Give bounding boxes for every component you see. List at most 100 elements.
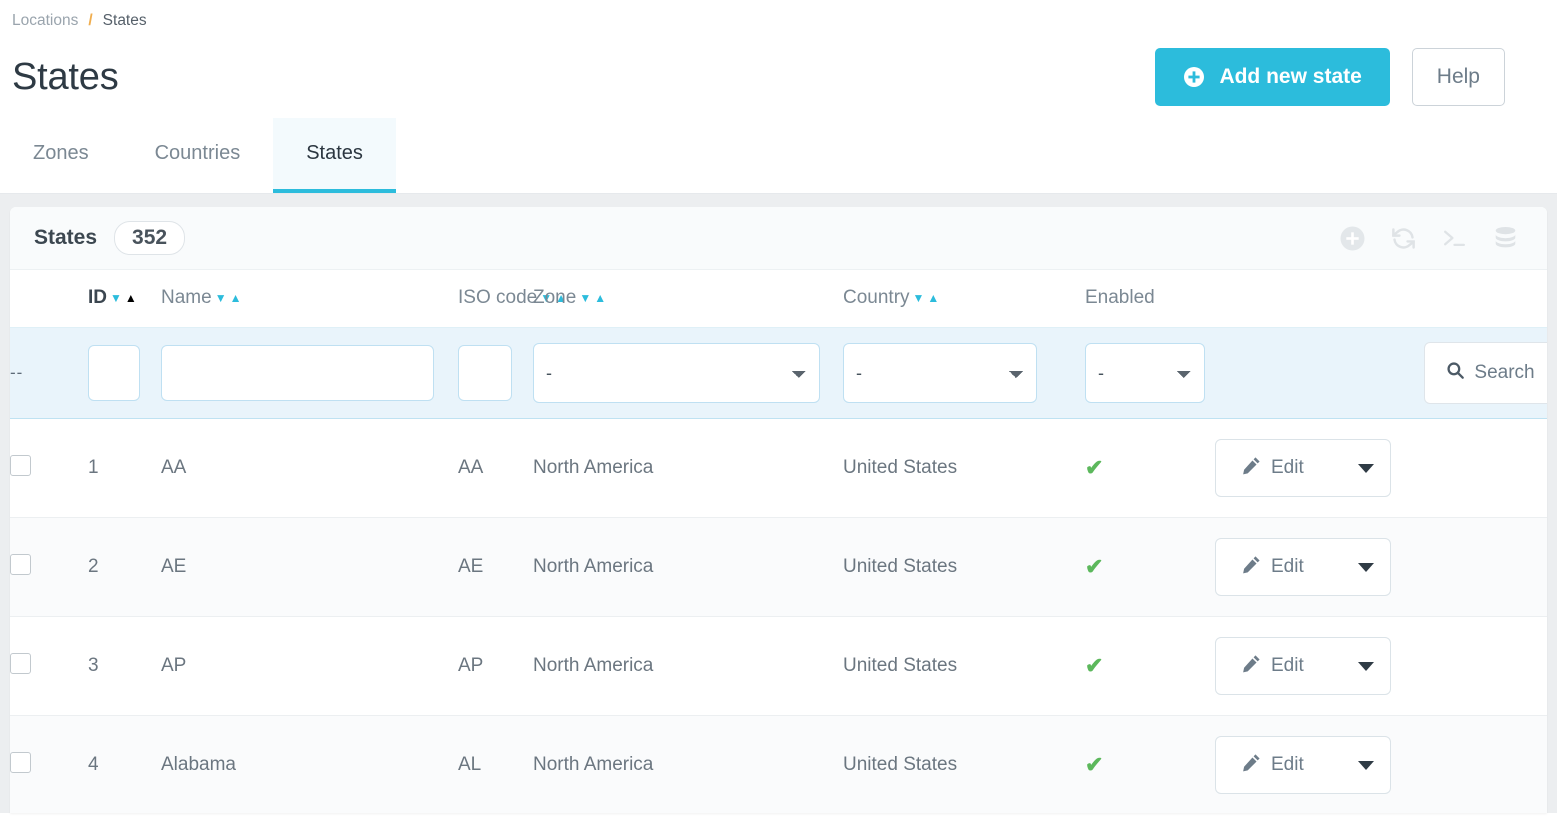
row-select-cell: [10, 715, 88, 813]
table-row[interactable]: 2 AE AE North America United States ✔ Ed…: [10, 517, 1547, 617]
caret-down-icon[interactable]: [1358, 661, 1374, 671]
filter-cell-select: --: [10, 327, 88, 419]
cell-enabled: ✔: [1085, 517, 1215, 617]
filter-cell-country: -: [843, 327, 1085, 419]
page-title: States: [12, 55, 119, 98]
header-enabled: Enabled: [1085, 270, 1215, 328]
breadcrumb-link-locations[interactable]: Locations: [12, 12, 78, 30]
cell-zone: North America: [533, 715, 843, 813]
edit-button-label: Edit: [1271, 556, 1304, 577]
cell-enabled: ✔: [1085, 616, 1215, 716]
filter-enabled-select[interactable]: -: [1085, 343, 1205, 403]
caret-down-icon[interactable]: [1358, 463, 1374, 473]
header-id-label[interactable]: ID: [88, 287, 107, 309]
page-header: States Add new state Help: [0, 30, 1557, 118]
edit-button-label: Edit: [1271, 457, 1304, 478]
table-header-row: ID ▼ ▲ Name ▼ ▲ ISO code ▼ ▲ Zone ▼ ▲ Co…: [10, 270, 1547, 328]
caret-down-icon[interactable]: [1358, 562, 1374, 572]
table-body: -- - - - Search 1 AA AA North America Un…: [10, 327, 1547, 813]
table-head: ID ▼ ▲ Name ▼ ▲ ISO code ▼ ▲ Zone ▼ ▲ Co…: [10, 270, 1547, 328]
cell-name: AA: [161, 418, 458, 518]
filter-zone-select[interactable]: -: [533, 343, 820, 403]
caret-down-icon[interactable]: [1358, 760, 1374, 770]
pencil-icon: [1242, 654, 1261, 679]
header-zone: Zone ▼ ▲: [533, 270, 843, 328]
filter-row: -- - - - Search: [10, 327, 1547, 419]
plus-circle-icon[interactable]: [1339, 225, 1366, 252]
row-checkbox[interactable]: [10, 652, 31, 674]
cell-name: Alabama: [161, 715, 458, 813]
panel-header: States 352: [10, 207, 1547, 270]
record-count-badge: 352: [114, 220, 186, 256]
console-icon[interactable]: [1441, 226, 1468, 250]
table-row[interactable]: 1 AA AA North America United States ✔ Ed…: [10, 418, 1547, 518]
check-mark-icon: ✔: [1085, 752, 1104, 777]
tab-countries[interactable]: Countries: [122, 118, 274, 193]
header-name-label[interactable]: Name: [161, 287, 212, 309]
help-button[interactable]: Help: [1411, 48, 1505, 106]
pencil-icon: [1242, 555, 1261, 580]
cell-country: United States: [843, 418, 1085, 518]
row-select-cell: [10, 517, 88, 617]
check-mark-icon: ✔: [1085, 455, 1104, 480]
sort-asc-icon[interactable]: ▲: [594, 292, 606, 304]
filter-cell-name: [161, 327, 458, 419]
filter-country-select[interactable]: -: [843, 343, 1037, 403]
cell-iso-code: AL: [458, 715, 533, 813]
panel-header-icons: [1339, 225, 1519, 252]
breadcrumb-current: States: [102, 12, 147, 29]
refresh-icon[interactable]: [1390, 225, 1417, 252]
cell-actions: Edit: [1215, 616, 1547, 716]
filter-iso-code-input[interactable]: [458, 345, 512, 401]
edit-button-label: Edit: [1271, 754, 1304, 775]
panel-header-left: States 352: [34, 220, 186, 256]
header-name: Name ▼ ▲: [161, 270, 458, 328]
filter-id-input[interactable]: [88, 345, 140, 401]
sort-desc-icon[interactable]: ▼: [579, 292, 591, 304]
tab-zones[interactable]: Zones: [0, 118, 122, 193]
tab-states-label: States: [306, 142, 363, 164]
header-iso-code-label[interactable]: ISO code: [458, 287, 537, 309]
add-new-state-button[interactable]: Add new state: [1155, 48, 1390, 106]
sort-desc-icon[interactable]: ▼: [215, 292, 227, 304]
row-checkbox[interactable]: [10, 751, 31, 773]
sort-desc-icon[interactable]: ▼: [110, 292, 122, 304]
edit-button[interactable]: Edit: [1215, 637, 1391, 695]
cell-iso-code: AP: [458, 616, 533, 716]
edit-button[interactable]: Edit: [1215, 736, 1391, 794]
sort-asc-icon[interactable]: ▲: [230, 292, 242, 304]
page-body: States 352 ID ▼ ▲ Name ▼ ▲ ISO code ▼ ▲ …: [0, 194, 1557, 813]
check-mark-icon: ✔: [1085, 554, 1104, 579]
header-country-label[interactable]: Country: [843, 287, 910, 309]
sort-asc-icon[interactable]: ▲: [125, 292, 137, 304]
filter-cell-zone: -: [533, 327, 843, 419]
cell-id: 4: [88, 715, 161, 813]
cell-enabled: ✔: [1085, 418, 1215, 518]
database-icon[interactable]: [1492, 225, 1519, 252]
cell-zone: North America: [533, 517, 843, 617]
filter-cell-enabled-actions: - Search: [1085, 327, 1547, 419]
table-row[interactable]: 3 AP AP North America United States ✔ Ed…: [10, 616, 1547, 716]
header-enabled-label: Enabled: [1085, 287, 1155, 308]
tab-countries-label: Countries: [154, 142, 241, 164]
edit-button[interactable]: Edit: [1215, 439, 1391, 497]
header-zone-label[interactable]: Zone: [533, 287, 576, 309]
table-row[interactable]: 4 Alabama AL North America United States…: [10, 715, 1547, 813]
row-checkbox[interactable]: [10, 454, 31, 476]
row-checkbox[interactable]: [10, 553, 31, 575]
cell-iso-code: AE: [458, 517, 533, 617]
sort-desc-icon[interactable]: ▼: [913, 292, 925, 304]
tab-bar: Zones Countries States: [0, 118, 1557, 194]
header-country: Country ▼ ▲: [843, 270, 1085, 328]
tab-states[interactable]: States: [273, 118, 396, 193]
search-button[interactable]: Search: [1424, 342, 1547, 404]
filter-name-input[interactable]: [161, 345, 434, 401]
cell-id: 2: [88, 517, 161, 617]
sort-asc-icon[interactable]: ▲: [927, 292, 939, 304]
edit-button[interactable]: Edit: [1215, 538, 1391, 596]
cell-actions: Edit: [1215, 418, 1547, 518]
header-iso-code: ISO code ▼ ▲: [458, 270, 567, 328]
pencil-icon: [1242, 456, 1261, 481]
cell-country: United States: [843, 517, 1085, 617]
search-button-label: Search: [1474, 362, 1535, 383]
